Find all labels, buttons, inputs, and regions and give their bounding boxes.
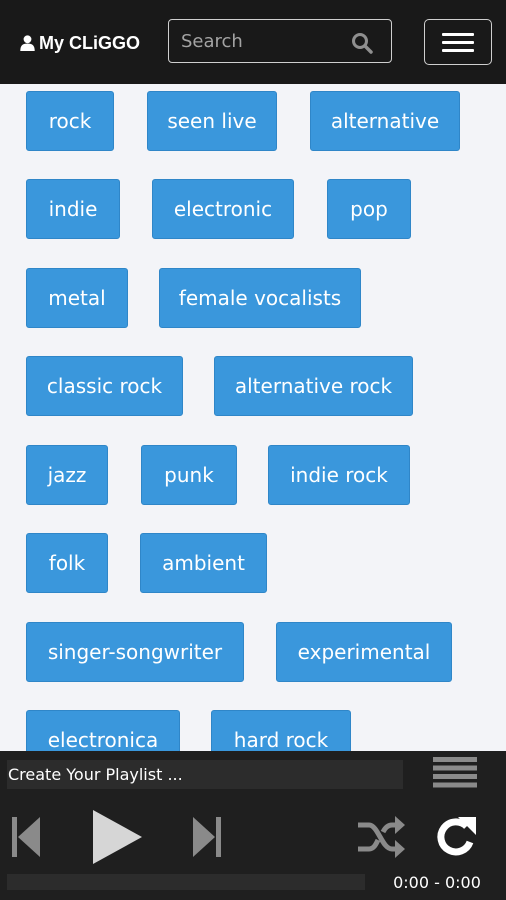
- playlist-title[interactable]: Create Your Playlist ...: [7, 760, 403, 789]
- time-display: 0:00 - 0:00: [393, 873, 481, 892]
- tag-button[interactable]: rock: [26, 91, 114, 151]
- skip-previous-icon[interactable]: [12, 815, 42, 859]
- repeat-icon[interactable]: [434, 815, 478, 859]
- tag-button[interactable]: female vocalists: [159, 268, 361, 328]
- play-icon[interactable]: [92, 809, 144, 865]
- hamburger-icon-bar: [442, 41, 474, 44]
- tag-button[interactable]: folk: [26, 533, 108, 593]
- tag-button[interactable]: ambient: [140, 533, 267, 593]
- user-icon: [20, 35, 35, 51]
- tag-button[interactable]: singer-songwriter: [26, 622, 244, 682]
- tag-button[interactable]: jazz: [26, 445, 108, 505]
- search-input[interactable]: [181, 20, 341, 62]
- tag-button[interactable]: experimental: [276, 622, 452, 682]
- tag-list: rock seen live alternative indie electro…: [0, 84, 506, 751]
- skip-next-icon[interactable]: [192, 815, 222, 859]
- queue-list-icon[interactable]: [432, 756, 478, 792]
- brand-link[interactable]: My CLiGGO: [20, 30, 140, 56]
- menu-toggle-button[interactable]: [424, 19, 492, 65]
- top-navbar: My CLiGGO: [0, 0, 506, 84]
- tag-button[interactable]: indie rock: [268, 445, 410, 505]
- search-icon[interactable]: [351, 32, 373, 54]
- tag-button[interactable]: alternative: [310, 91, 460, 151]
- tag-button[interactable]: indie: [26, 179, 120, 239]
- tag-button[interactable]: punk: [141, 445, 237, 505]
- tag-button[interactable]: metal: [26, 268, 128, 328]
- hamburger-icon: [442, 33, 474, 36]
- tag-button[interactable]: seen live: [147, 91, 277, 151]
- hamburger-icon-bar: [442, 49, 474, 52]
- tag-button[interactable]: electronica: [26, 710, 180, 751]
- tag-button[interactable]: alternative rock: [214, 356, 413, 416]
- brand-label: My CLiGGO: [39, 32, 141, 53]
- tag-button[interactable]: electronic: [152, 179, 294, 239]
- progress-bar[interactable]: [7, 874, 365, 890]
- audio-player: Create Your Playlist ... 0:00 - 0:00: [0, 751, 506, 900]
- search-box: [168, 19, 392, 63]
- shuffle-icon[interactable]: [356, 815, 406, 859]
- tag-button[interactable]: hard rock: [211, 710, 351, 751]
- tag-button[interactable]: classic rock: [26, 356, 183, 416]
- tag-button[interactable]: pop: [327, 179, 411, 239]
